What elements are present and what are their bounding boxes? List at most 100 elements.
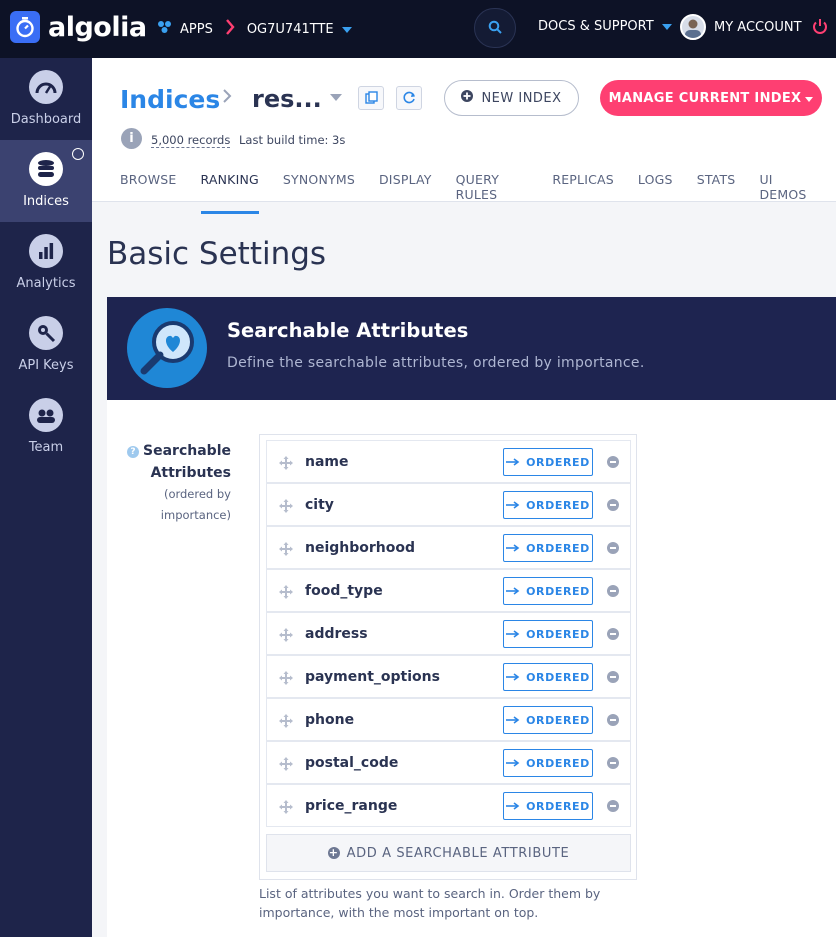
docs-support-menu[interactable]: DOCS & SUPPORT	[538, 19, 672, 34]
field-hint-line1: (ordered by	[163, 487, 231, 501]
ordered-toggle-button[interactable]: ORDERED	[503, 534, 593, 562]
ordered-label: ORDERED	[526, 756, 590, 770]
docs-chevron-down-icon	[661, 19, 672, 34]
attribute-row[interactable]: address ORDERED	[266, 612, 631, 655]
card-subtitle: Define the searchable attributes, ordere…	[227, 355, 645, 371]
key-icon	[29, 316, 63, 350]
arrow-right-icon	[506, 498, 520, 513]
tab-display[interactable]: DISPLAY	[379, 172, 432, 214]
remove-attribute-icon[interactable]	[607, 714, 619, 726]
add-plus-icon: +	[327, 846, 340, 859]
refresh-button[interactable]	[396, 86, 422, 110]
remove-attribute-icon[interactable]	[607, 585, 619, 597]
plus-circle-icon	[461, 90, 474, 106]
arrow-right-icon	[506, 627, 520, 642]
attribute-row[interactable]: payment_options ORDERED	[266, 655, 631, 698]
drag-handle-icon[interactable]	[279, 584, 293, 603]
remove-attribute-icon[interactable]	[607, 628, 619, 640]
ordered-toggle-button[interactable]: ORDERED	[503, 792, 593, 820]
attribute-name: name	[305, 454, 349, 470]
ordered-label: ORDERED	[526, 627, 590, 641]
sidebar-label-team: Team	[28, 440, 64, 455]
searchable-attributes-card: Searchable Attributes Define the searcha…	[107, 297, 836, 937]
manage-current-index-button[interactable]: MANAGE CURRENT INDEX	[600, 80, 822, 116]
ordered-toggle-button[interactable]: ORDERED	[503, 749, 593, 777]
drag-handle-icon[interactable]	[279, 541, 293, 560]
arrow-right-icon	[506, 584, 520, 599]
breadcrumb-current-index[interactable]: res...	[252, 85, 322, 113]
remove-attribute-icon[interactable]	[607, 671, 619, 683]
add-attribute-label: ADD A SEARCHABLE ATTRIBUTE	[346, 845, 570, 861]
sidebar-item-indices[interactable]: Indices	[0, 140, 92, 222]
ordered-toggle-button[interactable]: ORDERED	[503, 448, 593, 476]
drag-handle-icon[interactable]	[279, 455, 293, 474]
check-circle-icon	[72, 148, 84, 160]
drag-handle-icon[interactable]	[279, 799, 293, 818]
algolia-logo[interactable]: algolia	[10, 11, 147, 43]
drag-handle-icon[interactable]	[279, 756, 293, 775]
drag-handle-icon[interactable]	[279, 670, 293, 689]
breadcrumb-indices[interactable]: Indices	[120, 85, 220, 114]
arrow-right-icon	[506, 670, 520, 685]
drag-handle-icon[interactable]	[279, 498, 293, 517]
tab-synonyms[interactable]: SYNONYMS	[283, 172, 355, 214]
ordered-toggle-button[interactable]: ORDERED	[503, 620, 593, 648]
remove-attribute-icon[interactable]	[607, 499, 619, 511]
sidebar-item-team[interactable]: Team	[0, 386, 92, 468]
attribute-name: city	[305, 497, 334, 513]
remove-attribute-icon[interactable]	[607, 800, 619, 812]
attribute-row[interactable]: price_range ORDERED	[266, 784, 631, 827]
manage-label: MANAGE CURRENT INDEX	[608, 90, 802, 106]
tab-ui-demos[interactable]: UI DEMOS	[759, 172, 812, 214]
arrow-right-icon	[506, 799, 520, 814]
drag-handle-icon[interactable]	[279, 713, 293, 732]
remove-attribute-icon[interactable]	[607, 456, 619, 468]
attribute-row[interactable]: name ORDERED	[266, 440, 631, 483]
tab-browse[interactable]: BROWSE	[120, 172, 177, 214]
sidebar-item-api-keys[interactable]: API Keys	[0, 304, 92, 386]
card-title: Searchable Attributes	[227, 319, 469, 342]
search-icon	[488, 19, 502, 38]
search-button[interactable]	[474, 8, 516, 48]
tab-logs[interactable]: LOGS	[638, 172, 673, 214]
drag-handle-icon[interactable]	[279, 627, 293, 646]
remove-attribute-icon[interactable]	[607, 542, 619, 554]
index-select-chevron-down-icon[interactable]	[330, 94, 342, 101]
index-header: Indices res... NEW INDEX MANAGE CURRENT …	[92, 58, 836, 214]
attribute-row[interactable]: postal_code ORDERED	[266, 741, 631, 784]
ordered-label: ORDERED	[526, 498, 590, 512]
copy-index-button[interactable]	[358, 86, 384, 110]
remove-attribute-icon[interactable]	[607, 757, 619, 769]
power-icon[interactable]	[812, 18, 828, 40]
records-count[interactable]: 5,000 records	[151, 133, 231, 148]
attribute-row[interactable]: food_type ORDERED	[266, 569, 631, 612]
ordered-label: ORDERED	[526, 799, 590, 813]
chevron-right-icon	[225, 19, 235, 39]
arrow-right-icon	[506, 541, 520, 556]
page-title: Basic Settings	[107, 236, 327, 272]
new-index-button[interactable]: NEW INDEX	[444, 80, 579, 116]
help-question-icon[interactable]: ?	[127, 446, 140, 458]
tab-stats[interactable]: STATS	[697, 172, 736, 214]
refresh-icon	[402, 89, 416, 108]
ordered-toggle-button[interactable]: ORDERED	[503, 491, 593, 519]
attribute-row[interactable]: phone ORDERED	[266, 698, 631, 741]
ordered-toggle-button[interactable]: ORDERED	[503, 577, 593, 605]
ordered-toggle-button[interactable]: ORDERED	[503, 706, 593, 734]
apps-label: APPS	[180, 21, 213, 37]
attribute-row[interactable]: neighborhood ORDERED	[266, 526, 631, 569]
sidebar-item-dashboard[interactable]: Dashboard	[0, 58, 92, 140]
my-account-menu[interactable]: MY ACCOUNT	[680, 14, 802, 40]
apps-switcher[interactable]: APPS OG7U741TTE	[156, 19, 352, 39]
sidebar: Dashboard Indices Analytics API Keys Tea…	[0, 58, 92, 937]
tab-replicas[interactable]: REPLICAS	[552, 172, 614, 214]
tab-ranking[interactable]: RANKING	[200, 172, 259, 214]
tab-query-rules[interactable]: QUERY RULES	[456, 172, 529, 214]
ordered-toggle-button[interactable]: ORDERED	[503, 663, 593, 691]
attribute-row[interactable]: city ORDERED	[266, 483, 631, 526]
field-label-line1: Searchable	[143, 443, 231, 459]
add-searchable-attribute-button[interactable]: + ADD A SEARCHABLE ATTRIBUTE	[266, 834, 631, 872]
manage-caret-down-icon	[805, 91, 814, 106]
sidebar-label-dashboard: Dashboard	[10, 112, 82, 127]
sidebar-item-analytics[interactable]: Analytics	[0, 222, 92, 304]
